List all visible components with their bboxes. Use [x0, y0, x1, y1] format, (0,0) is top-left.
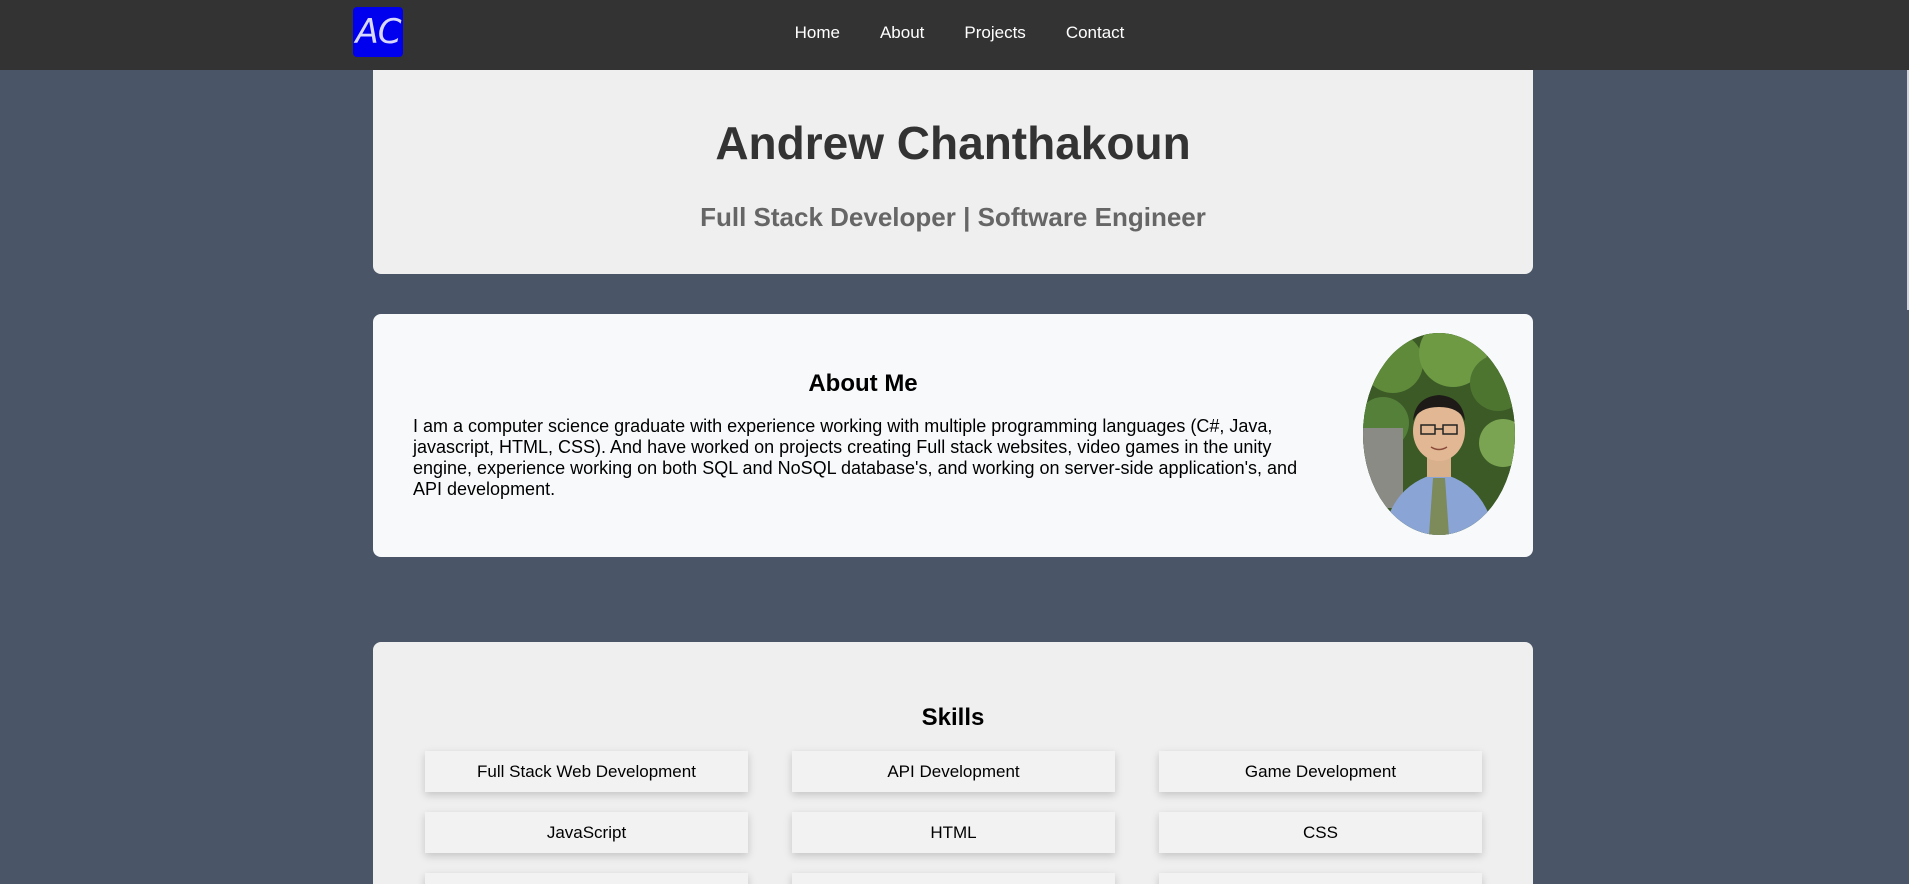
profile-photo: [1363, 333, 1515, 535]
skills-grid: Full Stack Web Development API Developme…: [425, 751, 1483, 884]
about-heading: About Me: [808, 370, 918, 397]
about-body: I am a computer science graduate with ex…: [413, 416, 1298, 499]
skill-card: CSS: [1159, 812, 1482, 853]
skill-card: JavaScript: [425, 812, 748, 853]
profile-photo-illustration: [1363, 333, 1515, 535]
about-text: About Me I am a computer science graduat…: [413, 370, 1313, 500]
skill-card: Full Stack Web Development: [425, 751, 748, 792]
nav-links: Home About Projects Contact: [0, 0, 1909, 66]
skill-card: [425, 873, 748, 884]
hero-section: Andrew Chanthakoun Full Stack Developer …: [373, 70, 1533, 274]
navbar: AC Home About Projects Contact: [0, 0, 1909, 70]
skill-card: API Development: [792, 751, 1115, 792]
skills-heading: Skills: [921, 704, 985, 731]
skill-card: [792, 873, 1115, 884]
skill-card: HTML: [792, 812, 1115, 853]
about-section: About Me I am a computer science graduat…: [373, 314, 1533, 557]
skill-card: Game Development: [1159, 751, 1482, 792]
hero-name: Andrew Chanthakoun: [715, 117, 1191, 169]
hero-tagline: Full Stack Developer | Software Engineer: [700, 202, 1206, 232]
skills-section: Skills Full Stack Web Development API De…: [373, 642, 1533, 884]
skill-card: [1159, 873, 1482, 884]
nav-link-projects[interactable]: Projects: [964, 23, 1025, 43]
nav-link-about[interactable]: About: [880, 23, 924, 43]
nav-link-contact[interactable]: Contact: [1066, 23, 1125, 43]
nav-link-home[interactable]: Home: [795, 23, 840, 43]
